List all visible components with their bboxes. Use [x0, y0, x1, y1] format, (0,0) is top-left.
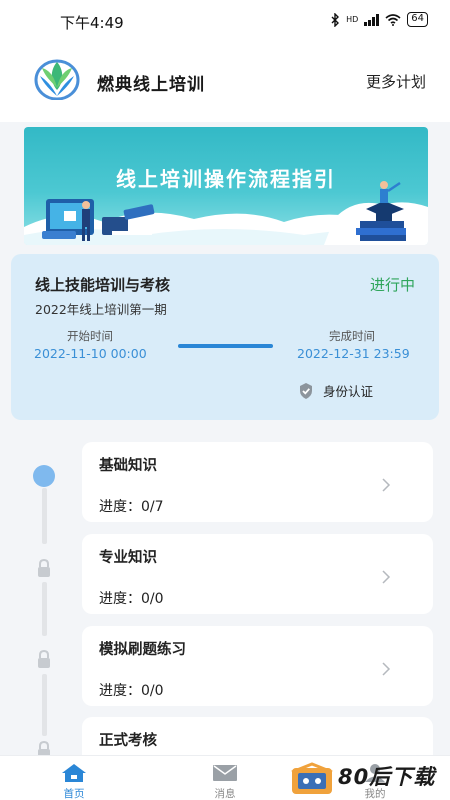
- tab-home-label: 首页: [63, 788, 85, 800]
- timeline-segment: [42, 674, 47, 736]
- app-header: 燃典线上培训 更多计划: [0, 40, 450, 122]
- lock-icon: [38, 558, 50, 577]
- end-time-value: 2022-12-31 23:59: [297, 346, 410, 361]
- signal-icon: [364, 13, 380, 26]
- course-name: 专业知识: [99, 550, 157, 566]
- timeline-segment: [42, 488, 47, 544]
- status-icons: HD 64: [330, 12, 428, 27]
- course-name: 基础知识: [99, 458, 157, 474]
- tab-messages-label: 消息: [214, 788, 236, 800]
- tab-messages[interactable]: 消息: [185, 756, 265, 800]
- chevron-right-icon: [382, 662, 391, 676]
- plan-timeline-bar: [178, 344, 273, 348]
- banner-title: 线上培训操作流程指引: [116, 167, 336, 191]
- site-watermark: 80后下载: [288, 758, 450, 800]
- more-plans-link[interactable]: 更多计划: [366, 71, 426, 92]
- watermark-box-icon: [291, 762, 333, 794]
- verified-shield-icon: [300, 382, 312, 399]
- network-type-label: HD: [346, 15, 359, 24]
- battery-icon: 64: [407, 12, 428, 27]
- training-plan-card[interactable]: 线上技能培训与考核 进行中 2022年线上培训第一期 开始时间 2022-11-…: [11, 254, 439, 420]
- course-progress: 进度：0/7: [99, 499, 164, 515]
- course-name: 模拟刷题练习: [99, 642, 186, 658]
- identity-verify-button[interactable]: 身份认证: [297, 381, 373, 400]
- course-progress: 进度：0/0: [99, 591, 164, 607]
- timeline-current-dot: [33, 465, 55, 487]
- home-icon: [62, 764, 86, 782]
- course-card-professional[interactable]: 专业知识 进度：0/0: [82, 534, 433, 614]
- guide-banner[interactable]: 线上培训操作流程指引: [24, 127, 428, 245]
- status-time: 下午4:49: [60, 14, 124, 32]
- course-card-mock-practice[interactable]: 模拟刷题练习 进度：0/0: [82, 626, 433, 706]
- chevron-right-icon: [382, 478, 391, 492]
- mail-icon: [213, 765, 237, 781]
- app-logo-icon: [34, 59, 80, 100]
- plan-title: 线上技能培训与考核: [35, 276, 171, 294]
- course-name: 正式考核: [99, 733, 157, 749]
- status-bar: 下午4:49 HD 64: [0, 0, 450, 40]
- start-time-label: 开始时间: [67, 329, 113, 343]
- course-card-basic[interactable]: 基础知识 进度：0/7: [82, 442, 433, 522]
- plan-status-badge: 进行中: [369, 276, 415, 294]
- start-time-value: 2022-11-10 00:00: [34, 346, 147, 361]
- watermark-text: 80后下载: [338, 765, 436, 789]
- end-time-label: 完成时间: [329, 329, 375, 343]
- plan-subtitle: 2022年线上培训第一期: [35, 302, 167, 317]
- identity-verify-label: 身份认证: [323, 384, 374, 399]
- tab-home[interactable]: 首页: [34, 756, 114, 800]
- app-title: 燃典线上培训: [97, 75, 205, 95]
- bluetooth-icon: [331, 12, 340, 27]
- chevron-right-icon: [382, 570, 391, 584]
- wifi-icon: [385, 13, 401, 26]
- course-progress: 进度：0/0: [99, 683, 164, 699]
- lock-icon: [38, 649, 50, 668]
- timeline-segment: [42, 582, 47, 636]
